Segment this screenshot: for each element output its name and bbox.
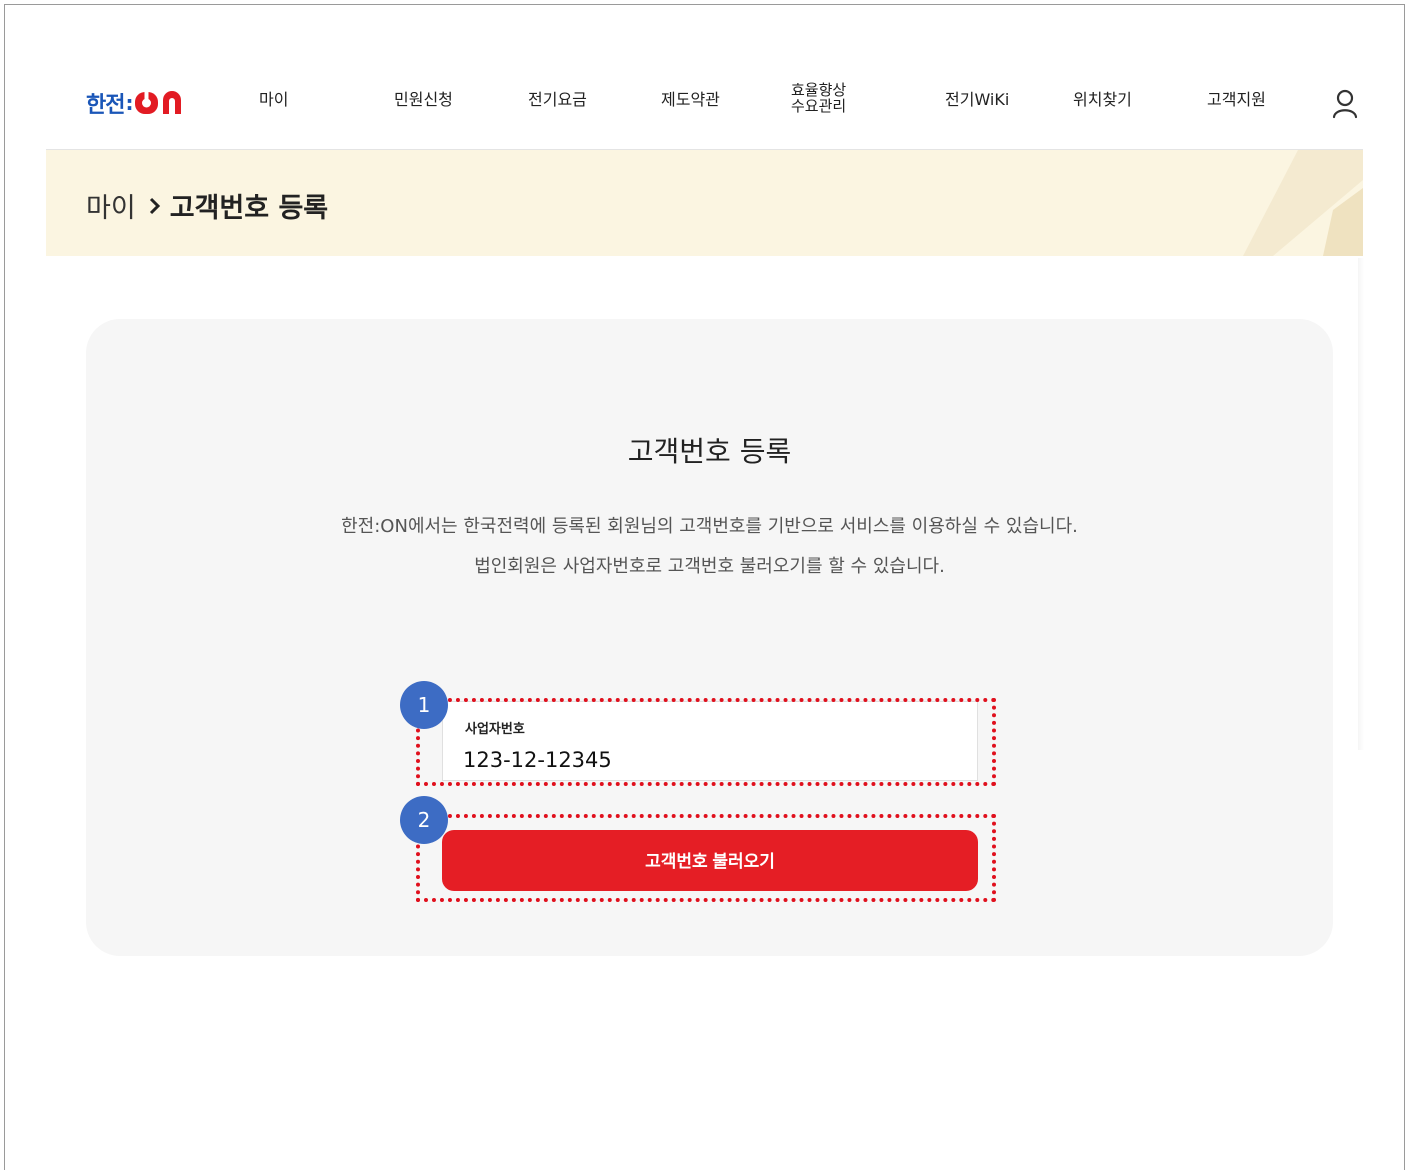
breadcrumb-current: 고객번호 등록 bbox=[169, 193, 329, 224]
description-line-1: 한전:ON에서는 한국전력에 등록된 회원님의 고객번호를 기반으로 서비스를 … bbox=[341, 516, 1078, 537]
band-decoration bbox=[1243, 150, 1363, 256]
logo-colon: : bbox=[125, 91, 134, 115]
description-line-2: 법인회원은 사업자번호로 고객번호 불러오기를 할 수 있습니다. bbox=[474, 556, 945, 577]
annotation-badge-2: 2 bbox=[400, 796, 448, 844]
nav-item-wiki[interactable]: 전기WiKi bbox=[945, 90, 1009, 110]
page-edge-shadow bbox=[1358, 258, 1364, 750]
nav-item-efficiency[interactable]: 효율향상 수요관리 bbox=[791, 82, 846, 114]
breadcrumb: 마이 고객번호 등록 bbox=[86, 186, 328, 225]
page-title: 고객번호 등록 bbox=[627, 435, 792, 468]
annotation-outline-1 bbox=[416, 698, 996, 786]
chevron-right-icon bbox=[149, 197, 160, 214]
nav-item-civil-request[interactable]: 민원신청 bbox=[394, 90, 453, 110]
nav-item-terms[interactable]: 제도약관 bbox=[661, 90, 720, 110]
site-logo[interactable]: 한전 : ON bbox=[86, 86, 190, 120]
annotation-outline-2 bbox=[416, 814, 996, 902]
nav-item-electric-bill[interactable]: 전기요금 bbox=[528, 90, 587, 110]
nav-item-efficiency-line1: 효율향상 bbox=[791, 81, 847, 99]
nav-item-location[interactable]: 위치찾기 bbox=[1073, 90, 1132, 110]
nav-item-support[interactable]: 고객지원 bbox=[1207, 90, 1266, 110]
logo-on-mark bbox=[135, 91, 182, 114]
breadcrumb-band: 마이 고객번호 등록 bbox=[46, 150, 1363, 256]
logo-han-text: 한전 bbox=[86, 93, 125, 118]
annotation-badge-1: 1 bbox=[400, 681, 448, 729]
breadcrumb-home[interactable]: 마이 bbox=[86, 186, 136, 225]
nav-item-my[interactable]: 마이 bbox=[259, 90, 288, 110]
user-icon[interactable] bbox=[1332, 89, 1358, 119]
nav-item-efficiency-line2: 수요관리 bbox=[791, 97, 847, 115]
